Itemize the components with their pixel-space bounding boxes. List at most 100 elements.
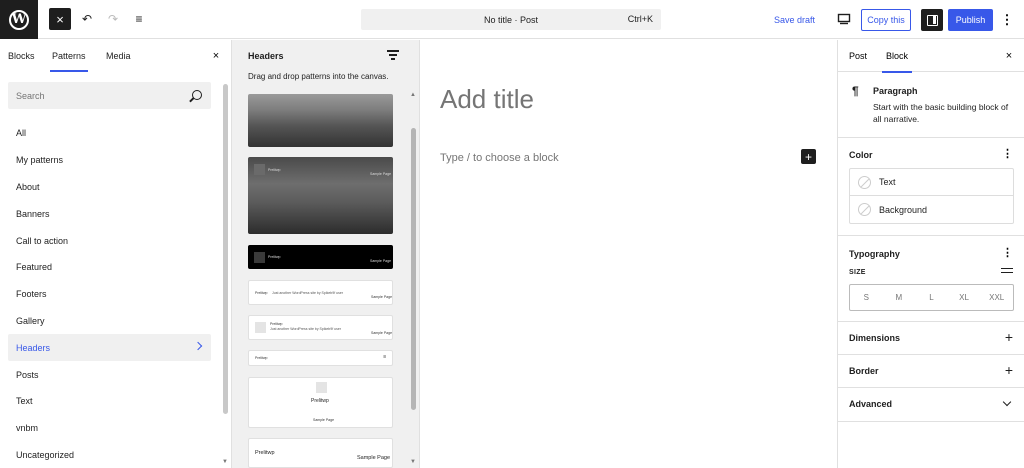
tab-post[interactable]: Post — [849, 40, 867, 72]
pattern-header-dark[interactable]: Prelitwp Sample Page — [248, 245, 393, 269]
inserter-scrollbar[interactable] — [223, 84, 228, 414]
color-panel-title: Color — [849, 150, 873, 160]
pattern-header-image-title[interactable]: Prelitwp Sample Page — [248, 157, 393, 234]
publish-button[interactable]: Publish — [948, 9, 993, 31]
preview-button[interactable] — [835, 10, 853, 30]
pattern-site-title: Prelitwp — [270, 322, 283, 326]
pattern-nav-link: Sample Page — [357, 455, 391, 461]
size-option-m[interactable]: M — [883, 285, 916, 310]
category-vnbm[interactable]: vnbm — [8, 415, 211, 442]
size-option-l[interactable]: L — [915, 285, 948, 310]
close-icon: × — [56, 11, 64, 27]
redo-button[interactable]: ↷ — [103, 8, 123, 30]
pattern-nav-link: Sample Page — [370, 172, 392, 176]
close-inserter-panel-button[interactable]: × — [208, 48, 224, 64]
category-label: Text — [16, 396, 33, 407]
color-background-option[interactable]: Background — [850, 196, 1013, 223]
pattern-tagline: Just another WordPress site by Spikeb9f … — [270, 327, 341, 331]
category-headers[interactable]: Headers — [8, 334, 211, 362]
pattern-header-logo-tagline[interactable]: Prelitwp Just another WordPress site by … — [248, 315, 393, 340]
advanced-panel-title: Advanced — [849, 399, 893, 409]
filter-icon — [387, 50, 399, 52]
category-label: vnbm — [16, 423, 39, 434]
pattern-site-title: Prelitwp — [311, 398, 329, 404]
category-label: Headers — [16, 342, 51, 353]
more-vertical-icon: ⋮ — [1002, 247, 1013, 259]
more-vertical-icon: ⋮ — [1002, 148, 1013, 160]
pattern-panel-title: Headers — [248, 51, 284, 61]
dimensions-panel-header[interactable]: Dimensions + — [838, 322, 1024, 355]
desktop-icon — [837, 13, 851, 24]
command-palette-trigger[interactable]: No title · Post Ctrl+K — [361, 9, 661, 30]
advanced-panel-header[interactable]: Advanced — [838, 388, 1024, 421]
pattern-header-tagline[interactable]: Prelitwp Just another WordPress site by … — [248, 280, 393, 305]
close-settings-button[interactable]: × — [1001, 48, 1017, 64]
block-inserter-panel: Blocks Patterns Media × All My patterns … — [0, 40, 232, 468]
category-banners[interactable]: Banners — [8, 200, 211, 227]
settings-toggle-button[interactable] — [921, 9, 943, 31]
color-text-option[interactable]: Text — [850, 169, 1013, 196]
undo-button[interactable]: ↶ — [77, 8, 97, 30]
typography-options-button[interactable]: ⋮ — [1002, 246, 1013, 259]
scroll-up-arrow-icon[interactable]: ▲ — [410, 92, 416, 98]
editor-canvas: Add title Type / to choose a block + — [421, 40, 836, 468]
pattern-scrollbar[interactable] — [411, 128, 416, 410]
scroll-down-arrow-icon[interactable]: ▼ — [410, 459, 416, 465]
tab-block[interactable]: Block — [881, 40, 913, 73]
scroll-down-arrow-icon[interactable]: ▼ — [222, 459, 228, 465]
category-label: All — [16, 128, 27, 139]
close-inserter-button[interactable]: × — [49, 8, 71, 30]
size-option-xl[interactable]: XL — [948, 285, 981, 310]
category-label: Banners — [16, 208, 50, 219]
close-icon: × — [212, 50, 220, 62]
tab-patterns[interactable]: Patterns — [50, 40, 88, 72]
category-footers[interactable]: Footers — [8, 281, 211, 308]
pattern-header-image-fog[interactable] — [248, 94, 393, 147]
copy-this-button[interactable]: Copy this — [861, 9, 911, 31]
wordpress-logo-button[interactable]: W — [0, 0, 38, 39]
category-uncategorized[interactable]: Uncategorized — [8, 442, 211, 468]
add-block-button[interactable]: + — [801, 149, 816, 164]
category-posts[interactable]: Posts — [8, 361, 211, 388]
category-my-patterns[interactable]: My patterns — [8, 147, 211, 174]
pattern-search — [8, 82, 211, 109]
document-title: No title · Post — [483, 14, 539, 25]
paragraph-icon: ¶ — [852, 84, 859, 98]
category-text[interactable]: Text — [8, 388, 211, 415]
category-label: My patterns — [16, 155, 64, 166]
save-draft-button[interactable]: Save draft — [774, 10, 815, 30]
border-panel-title: Border — [849, 366, 879, 376]
pattern-header-centered[interactable]: Prelitwp Sample Page — [248, 377, 393, 428]
custom-size-toggle[interactable] — [1001, 266, 1013, 278]
category-call-to-action[interactable]: Call to action — [8, 227, 211, 254]
dimensions-panel-title: Dimensions — [849, 333, 901, 343]
options-menu-button[interactable]: ⋮ — [1000, 10, 1014, 30]
logo-placeholder — [255, 322, 266, 333]
tab-blocks[interactable]: Blocks — [8, 40, 35, 72]
divider — [838, 235, 1024, 236]
category-gallery[interactable]: Gallery — [8, 308, 211, 335]
search-input[interactable] — [8, 82, 178, 109]
pattern-header-minimal[interactable]: Prelitwp ☰ — [248, 350, 393, 366]
default-block-appender[interactable]: Type / to choose a block — [440, 152, 559, 164]
size-option-xxl[interactable]: XXL — [980, 285, 1013, 310]
plus-icon: + — [804, 149, 812, 164]
color-options-button[interactable]: ⋮ — [1002, 147, 1013, 160]
pattern-site-title: Prelitwp — [268, 168, 281, 172]
pattern-nav-link: Sample Page — [371, 295, 393, 299]
size-option-s[interactable]: S — [850, 285, 883, 310]
filter-button[interactable] — [387, 50, 399, 62]
category-all[interactable]: All — [8, 120, 211, 147]
chevron-right-icon — [193, 342, 203, 351]
pattern-nav-link: Sample Page — [371, 331, 393, 335]
category-featured[interactable]: Featured — [8, 254, 211, 281]
pattern-header-large-text[interactable]: Prelitwp Sample Page — [248, 438, 393, 468]
category-about[interactable]: About — [8, 174, 211, 201]
document-overview-button[interactable]: ≡ — [129, 8, 149, 30]
typography-panel-header: Typography ⋮ — [838, 238, 1024, 271]
tab-media[interactable]: Media — [106, 40, 131, 72]
block-description: Start with the basic building block of a… — [873, 102, 1009, 124]
border-panel-header[interactable]: Border + — [838, 355, 1024, 388]
chevron-down-icon — [1002, 397, 1012, 407]
post-title-input[interactable]: Add title — [440, 84, 534, 115]
